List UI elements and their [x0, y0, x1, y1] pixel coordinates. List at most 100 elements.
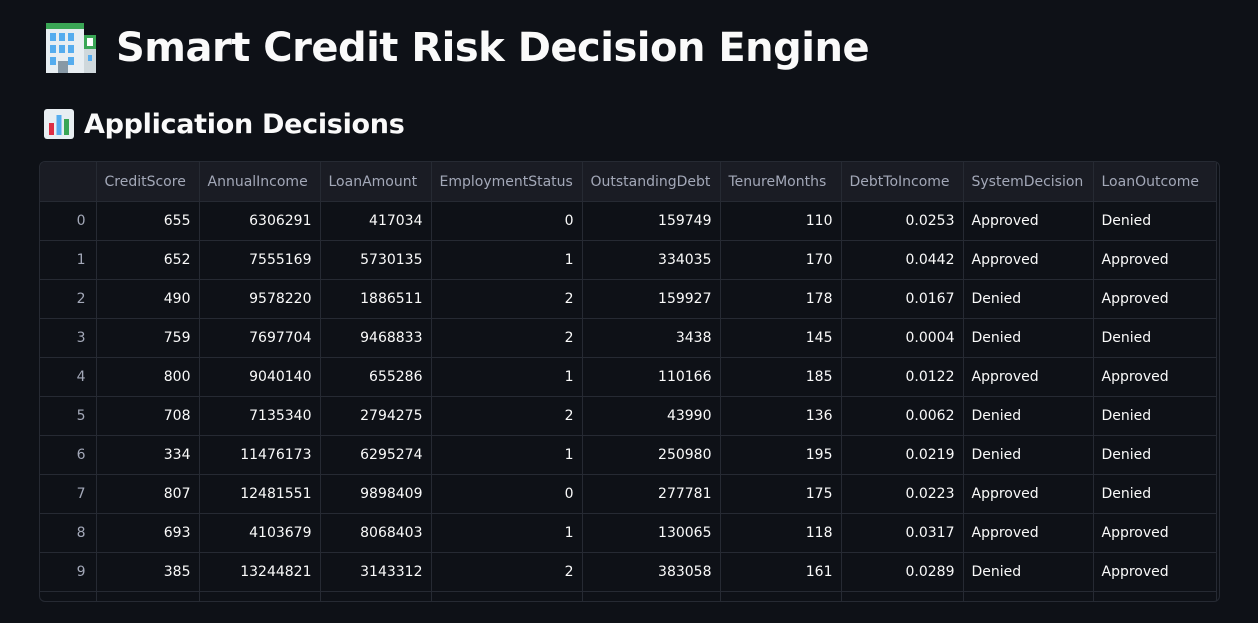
table-cell[interactable]: 9040140: [199, 357, 321, 397]
row-index-cell[interactable]: 4: [40, 357, 97, 397]
column-header[interactable]: TenureMonths: [720, 162, 842, 202]
table-cell[interactable]: 1: [431, 357, 583, 397]
table-cell[interactable]: 0.0004: [841, 318, 964, 358]
table-cell[interactable]: 8068403: [320, 513, 432, 553]
table-cell[interactable]: 12481551: [199, 474, 321, 514]
table-cell[interactable]: 2794275: [320, 396, 432, 436]
table-cell[interactable]: 250980: [582, 435, 721, 475]
table-cell[interactable]: 0.0122: [841, 357, 964, 397]
table-cell[interactable]: 159749: [582, 201, 721, 241]
table-cell[interactable]: 195: [720, 435, 842, 475]
table-cell[interactable]: 11476173: [199, 435, 321, 475]
table-cell[interactable]: Approved: [1093, 279, 1217, 319]
table-cell[interactable]: 2: [431, 552, 583, 592]
table-cell[interactable]: 417034: [320, 201, 432, 241]
table-cell[interactable]: 159927: [582, 279, 721, 319]
table-cell[interactable]: 652: [96, 240, 200, 280]
table-cell[interactable]: Approved: [963, 201, 1094, 241]
row-index-cell[interactable]: 5: [40, 396, 97, 436]
table-cell[interactable]: 9468833: [320, 318, 432, 358]
table-cell[interactable]: 1: [431, 435, 583, 475]
column-header[interactable]: EmploymentStatus: [431, 162, 583, 202]
column-header[interactable]: LoanAmount: [320, 162, 432, 202]
table-cell[interactable]: 759: [96, 318, 200, 358]
table-cell[interactable]: 43990: [582, 396, 721, 436]
table-cell[interactable]: Denied: [963, 435, 1094, 475]
table-cell[interactable]: 490: [96, 279, 200, 319]
table-row[interactable]: 6 334 11476173 6295274 1 250980 195 0.0219 Denie…: [40, 435, 1217, 475]
table-cell[interactable]: 2: [431, 279, 583, 319]
table-row[interactable]: 8 693 4103679 8068403 1 130065 118 0.0317 Approv…: [40, 513, 1217, 553]
table-cell[interactable]: 0: [431, 201, 583, 241]
table-cell[interactable]: 277781: [582, 474, 721, 514]
table-row[interactable]: 4 800 9040140 655286 1 110166 185 0.0122 Approve…: [40, 357, 1217, 397]
table-cell[interactable]: 9578220: [199, 279, 321, 319]
table-cell[interactable]: Approved: [1093, 552, 1217, 592]
table-row[interactable]: 0 655 6306291 417034 0 159749 110 0.0253 Approve…: [40, 201, 1217, 241]
index-column-header[interactable]: [40, 162, 97, 202]
table-cell[interactable]: Approved: [963, 474, 1094, 514]
table-cell[interactable]: Approved: [1093, 357, 1217, 397]
table-cell[interactable]: 334035: [582, 240, 721, 280]
table-cell[interactable]: 130065: [582, 513, 721, 553]
table-cell[interactable]: 185: [720, 357, 842, 397]
table-cell[interactable]: Denied: [1093, 201, 1217, 241]
table-cell[interactable]: 4103679: [199, 513, 321, 553]
table-cell[interactable]: Approved: [963, 357, 1094, 397]
table-cell[interactable]: 7555169: [199, 240, 321, 280]
table-row[interactable]: 3 759 7697704 9468833 2 3438 145 0.0004 Denied De…: [40, 318, 1217, 358]
table-row[interactable]: 1 652 7555169 5730135 1 334035 170 0.0442 Approv…: [40, 240, 1217, 280]
table-cell[interactable]: Denied: [1093, 435, 1217, 475]
table-cell[interactable]: Denied: [963, 279, 1094, 319]
table-row[interactable]: 7 807 12481551 9898409 0 277781 175 0.0223 Appro…: [40, 474, 1217, 514]
table-cell[interactable]: 7135340: [199, 396, 321, 436]
table-cell[interactable]: 178: [720, 279, 842, 319]
table-cell[interactable]: Approved: [963, 240, 1094, 280]
column-header[interactable]: DebtToIncome: [841, 162, 964, 202]
table-cell[interactable]: Denied: [1093, 318, 1217, 358]
column-header[interactable]: CreditScore: [96, 162, 200, 202]
table-cell[interactable]: 0.0442: [841, 240, 964, 280]
table-cell[interactable]: 3438: [582, 318, 721, 358]
table-cell[interactable]: 136: [720, 396, 842, 436]
table-cell[interactable]: 6295274: [320, 435, 432, 475]
table-cell[interactable]: 13244821: [199, 552, 321, 592]
table-cell[interactable]: Denied: [1093, 396, 1217, 436]
table-row[interactable]: 2 490 9578220 1886511 2 159927 178 0.0167 Denied…: [40, 279, 1217, 319]
table-cell[interactable]: 145: [720, 318, 842, 358]
table-cell[interactable]: 1886511: [320, 279, 432, 319]
column-header[interactable]: LoanOutcome: [1093, 162, 1217, 202]
row-index-cell[interactable]: 6: [40, 435, 97, 475]
row-index-cell[interactable]: 2: [40, 279, 97, 319]
table-cell[interactable]: 2: [431, 396, 583, 436]
table-row[interactable]: 5 708 7135340 2794275 2 43990 136 0.0062 Denied D…: [40, 396, 1217, 436]
table-cell[interactable]: Denied: [963, 318, 1094, 358]
column-header[interactable]: AnnualIncome: [199, 162, 321, 202]
table-cell[interactable]: 170: [720, 240, 842, 280]
table-cell[interactable]: 5730135: [320, 240, 432, 280]
table-cell[interactable]: 0: [431, 474, 583, 514]
table-cell[interactable]: 385: [96, 552, 200, 592]
table-cell[interactable]: Approved: [963, 513, 1094, 553]
table-cell[interactable]: 708: [96, 396, 200, 436]
decisions-dataframe[interactable]: CreditScore AnnualIncome LoanAmount Employm…: [39, 161, 1220, 602]
table-cell[interactable]: 9898409: [320, 474, 432, 514]
table-cell[interactable]: 655286: [320, 357, 432, 397]
table-cell[interactable]: 0.0219: [841, 435, 964, 475]
row-index-cell[interactable]: 7: [40, 474, 97, 514]
table-cell[interactable]: 161: [720, 552, 842, 592]
table-cell[interactable]: 0.0223: [841, 474, 964, 514]
row-index-cell[interactable]: 3: [40, 318, 97, 358]
table-cell[interactable]: 807: [96, 474, 200, 514]
table-cell[interactable]: 0.0317: [841, 513, 964, 553]
column-header[interactable]: OutstandingDebt: [582, 162, 721, 202]
table-cell[interactable]: Approved: [1093, 240, 1217, 280]
column-header[interactable]: SystemDecision: [963, 162, 1094, 202]
table-cell[interactable]: 0.0167: [841, 279, 964, 319]
row-index-cell[interactable]: 0: [40, 201, 97, 241]
table-cell[interactable]: Approved: [1093, 513, 1217, 553]
table-cell[interactable]: 693: [96, 513, 200, 553]
row-index-cell[interactable]: 1: [40, 240, 97, 280]
table-cell[interactable]: 3143312: [320, 552, 432, 592]
table-cell[interactable]: 0.0289: [841, 552, 964, 592]
